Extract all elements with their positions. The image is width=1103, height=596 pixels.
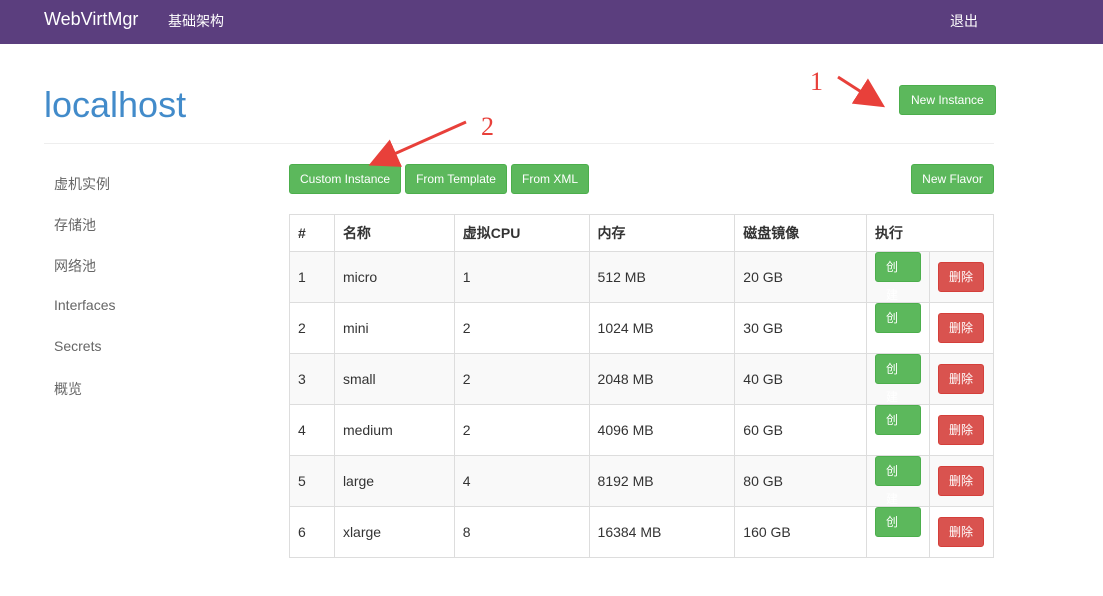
- annotation-arrows: [368, 75, 886, 167]
- annotation-marker-1: 1: [810, 67, 823, 96]
- arrow-2: [368, 120, 467, 167]
- annotation-marker-2: 2: [481, 112, 494, 141]
- arrow-1: [837, 75, 886, 108]
